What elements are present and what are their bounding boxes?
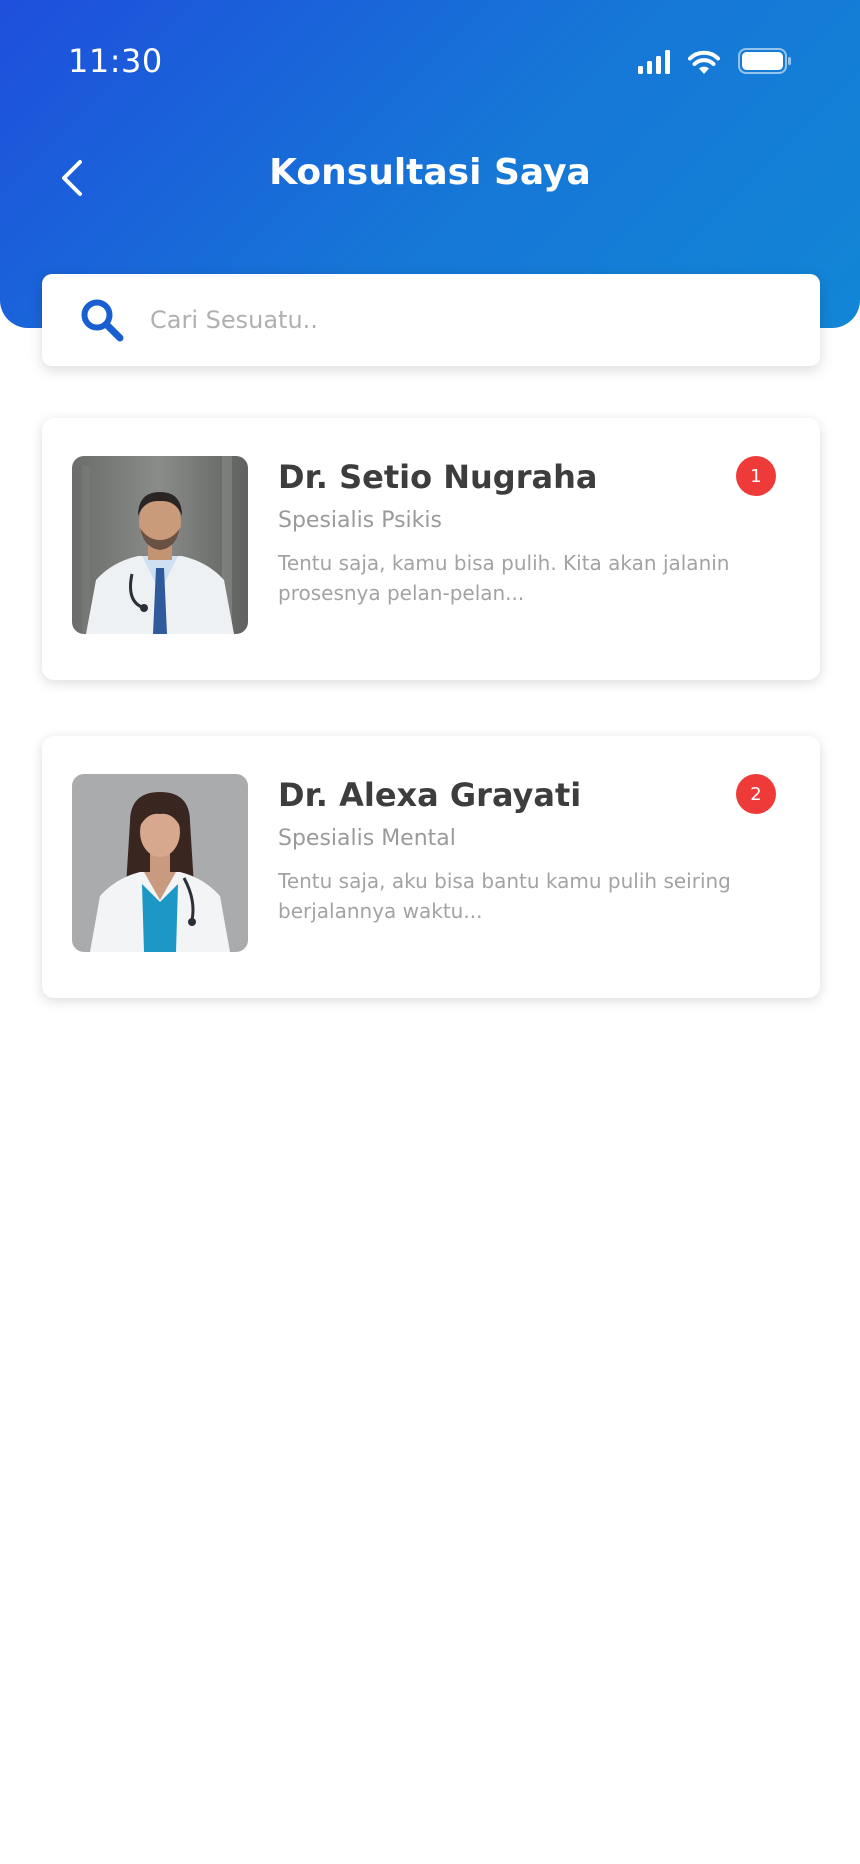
wifi-icon [688, 50, 720, 74]
doctor-specialty: Spesialis Mental [278, 826, 456, 851]
status-time: 11:30 [68, 42, 163, 80]
battery-icon [738, 48, 791, 74]
last-message: Tentu saja, kamu bisa pulih. Kita akan j… [278, 551, 730, 605]
doctor-avatar [72, 456, 248, 634]
unread-badge: 1 [736, 456, 776, 496]
search-bar[interactable] [42, 274, 820, 366]
search-input[interactable] [148, 289, 792, 351]
unread-badge: 2 [736, 774, 776, 814]
search-icon [81, 299, 124, 342]
consultation-card[interactable]: Dr. Alexa Grayati Spesialis Mental Tentu… [42, 736, 820, 998]
signal-icon [638, 50, 670, 74]
status-icons [638, 48, 792, 74]
doctor-name: Dr. Setio Nugraha [278, 458, 598, 496]
doctor-specialty: Spesialis Psikis [278, 508, 442, 533]
doctor-avatar [72, 774, 248, 952]
doctor-name: Dr. Alexa Grayati [278, 776, 582, 814]
last-message: Tentu saja, aku bisa bantu kamu pulih se… [278, 869, 731, 923]
consultation-card[interactable]: Dr. Setio Nugraha Spesialis Psikis Tentu… [42, 418, 820, 680]
page-title: Konsultasi Saya [269, 152, 591, 193]
